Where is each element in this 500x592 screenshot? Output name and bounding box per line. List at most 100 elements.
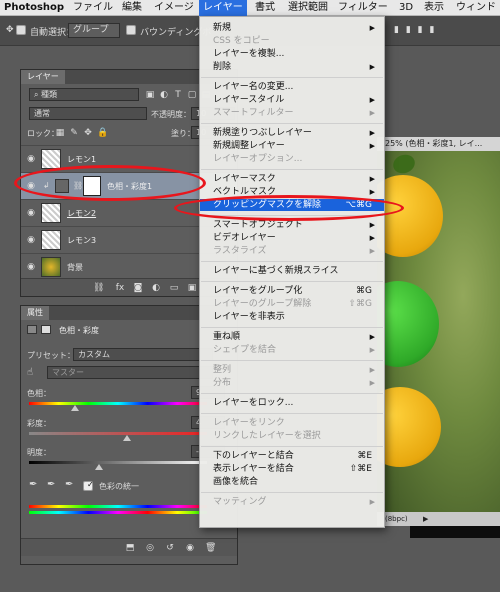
lock-position-icon[interactable]: ✥	[83, 128, 93, 138]
status-arrow-icon[interactable]: ▶	[423, 512, 428, 526]
menu-item[interactable]: レイヤーをグループ化 ⌘G	[200, 285, 384, 297]
menu-window[interactable]: ウィンドウ	[456, 0, 500, 29]
eye-icon[interactable]: ◉	[26, 154, 36, 164]
tab-properties[interactable]: 属性	[21, 306, 49, 320]
app-menu[interactable]: Photoshop	[4, 0, 64, 16]
adjust-icon[interactable]: ◐	[151, 283, 161, 293]
menu-edit[interactable]: 編集	[122, 0, 142, 16]
tab-layers[interactable]: レイヤー	[21, 70, 65, 84]
menu-filter[interactable]: フィルター	[338, 0, 388, 16]
adjustment-title: 色相・彩度	[59, 326, 99, 335]
menu-item[interactable]: レイヤーを非表示	[200, 311, 384, 323]
lock-all-icon[interactable]: 🔒	[97, 128, 108, 138]
eyedropper-icon[interactable]: ✒	[29, 479, 37, 490]
menu-item[interactable]: 新規 ▶	[200, 22, 384, 34]
eye-icon[interactable]: ◉	[26, 262, 36, 272]
menu-view[interactable]: 表示	[424, 0, 444, 16]
auto-select-checkbox[interactable]	[16, 25, 26, 35]
saturation-slider-knob[interactable]	[123, 435, 131, 441]
eye-icon[interactable]: ◉	[26, 208, 36, 218]
eyedropper-plus-icon[interactable]: ✒	[47, 479, 55, 490]
layer-thumbnail	[41, 203, 61, 223]
document-title[interactable]: 25% (色相・彩度1, レイ...	[377, 137, 500, 151]
menu-item[interactable]: 下のレイヤーと結合 ⌘E	[200, 450, 384, 462]
menu-item[interactable]: レイヤーを複製...	[200, 48, 384, 60]
lemon-green	[377, 281, 439, 367]
menu-image[interactable]: イメージ	[154, 0, 194, 16]
menu-item[interactable]: 削除 ▶	[200, 61, 384, 73]
submenu-arrow-icon: ▶	[369, 96, 375, 104]
submenu-arrow-icon: ▶	[369, 379, 375, 387]
hue-slider[interactable]	[29, 402, 207, 405]
menu-item[interactable]: 新規調整レイヤー ▶	[200, 140, 384, 152]
menu-item[interactable]: レイヤー名の変更...	[200, 81, 384, 93]
lightness-slider[interactable]	[29, 461, 207, 464]
reset-icon[interactable]: ↺	[165, 543, 175, 553]
canvas-edge	[410, 526, 500, 538]
menu-layer[interactable]: レイヤー	[199, 0, 247, 16]
layer-name[interactable]: レモン2	[67, 208, 96, 219]
filter-pixel-icon[interactable]: ▣	[145, 90, 155, 100]
preset-dropdown[interactable]: カスタム	[73, 348, 213, 361]
menu-item[interactable]: 画像を統合	[200, 476, 384, 488]
lightness-slider-knob[interactable]	[95, 464, 103, 470]
layer-name[interactable]: レモン3	[67, 235, 96, 246]
menu-item-label: レイヤーをリンク	[213, 418, 285, 428]
menu-item: ラスタライズ ▶	[200, 245, 384, 257]
mask-icon[interactable]	[41, 325, 51, 334]
submenu-arrow-icon: ▶	[369, 63, 375, 71]
auto-select-dropdown[interactable]: グループ	[68, 23, 120, 38]
adjustment-icon[interactable]	[27, 325, 37, 334]
filter-adjust-icon[interactable]: ◐	[159, 90, 169, 100]
menu-separator	[201, 446, 383, 447]
hand-icon[interactable]: ☝	[27, 367, 33, 378]
menu-file[interactable]: ファイル	[73, 0, 113, 16]
leaf	[390, 151, 418, 177]
menu-item-label: レイヤーを複製...	[213, 49, 285, 59]
properties-footer: ⬒ ◎ ↺ ◉ 🗑	[21, 538, 237, 556]
menu-item[interactable]: 重ね順 ▶	[200, 331, 384, 343]
blend-mode-dropdown[interactable]: 通常	[29, 107, 147, 120]
saturation-slider[interactable]	[29, 432, 207, 435]
fx-icon[interactable]: fx	[113, 283, 127, 293]
layer-name[interactable]: レモン1	[67, 154, 96, 165]
folder-icon[interactable]: ▭	[169, 283, 179, 293]
lock-transparency-icon[interactable]: ▦	[55, 128, 65, 138]
menu-item[interactable]: ビデオレイヤー ▶	[200, 232, 384, 244]
new-layer-icon[interactable]: ▣	[187, 283, 197, 293]
menu-select[interactable]: 選択範囲	[288, 0, 328, 16]
menu-item[interactable]: 表示レイヤーを結合 ⇧⌘E	[200, 463, 384, 475]
filter-shape-icon[interactable]: ▢	[187, 90, 197, 100]
menu-3d[interactable]: 3D	[399, 0, 413, 16]
menu-type[interactable]: 書式	[255, 0, 275, 16]
link-icon[interactable]: ⛓	[93, 283, 104, 293]
hue-slider-knob[interactable]	[71, 405, 79, 411]
view-previous-icon[interactable]: ◎	[145, 543, 155, 553]
menu-item[interactable]: レイヤーマスク ▶	[200, 173, 384, 185]
bbox-checkbox[interactable]	[126, 25, 136, 35]
menu-item[interactable]: レイヤースタイル ▶	[200, 94, 384, 106]
document-status-bar: (8bpc) ▶	[377, 512, 500, 526]
clip-to-layer-icon[interactable]: ⬒	[125, 543, 135, 553]
lock-pixels-icon[interactable]: ✎	[69, 128, 79, 138]
eyedropper-minus-icon[interactable]: ✒	[65, 479, 73, 490]
menu-item-label: リンクしたレイヤーを選択	[213, 431, 321, 441]
menu-item[interactable]: 新規塗りつぶしレイヤー ▶	[200, 127, 384, 139]
filter-type-icon[interactable]: T	[173, 90, 183, 100]
layer-filter-dropdown[interactable]: ⌕ 種類	[29, 88, 139, 101]
trash-icon[interactable]: 🗑	[205, 543, 216, 553]
menu-item: リンクしたレイヤーを選択	[200, 430, 384, 442]
channel-value: マスター	[52, 368, 84, 377]
menu-separator	[201, 77, 383, 78]
tool-preset-icon[interactable]: ✥	[6, 25, 14, 35]
menu-item[interactable]: レイヤーに基づく新規スライス	[200, 265, 384, 277]
layer-name[interactable]: 背景	[67, 262, 83, 273]
align-icons[interactable]: ▮ ▮ ▮ ▮	[394, 25, 436, 35]
visibility-icon[interactable]: ◉	[185, 543, 195, 553]
channel-dropdown[interactable]: マスター	[47, 366, 213, 379]
mask-icon[interactable]: ◙	[133, 283, 143, 293]
menu-item: CSS をコピー	[200, 35, 384, 47]
menu-item[interactable]: レイヤーをロック...	[200, 397, 384, 409]
eye-icon[interactable]: ◉	[26, 235, 36, 245]
menu-item-label: レイヤーをロック...	[213, 398, 294, 408]
